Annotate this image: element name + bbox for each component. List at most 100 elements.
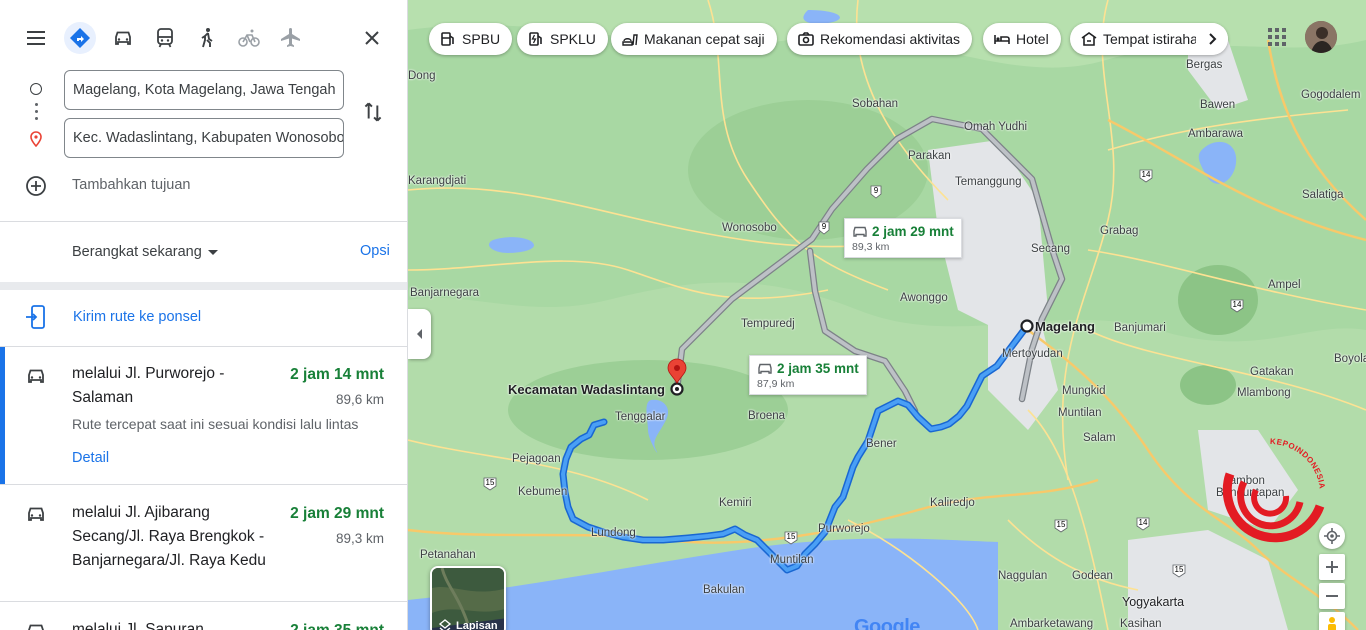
apps-grid-icon[interactable] — [1266, 26, 1288, 48]
collapse-panel-button[interactable] — [408, 309, 431, 359]
camera-icon — [798, 32, 814, 46]
place-label: Broena — [748, 410, 786, 422]
depart-time-select[interactable]: Berangkat sekarang — [72, 244, 202, 260]
layers-button[interactable]: Lapisan — [430, 566, 506, 630]
route-details-link[interactable]: Detail — [72, 450, 109, 466]
place-label: Godean — [1072, 570, 1113, 582]
my-location-button[interactable] — [1319, 523, 1345, 549]
route-time: 2 jam 14 mnt — [290, 366, 384, 383]
chip-hotel[interactable]: Hotel — [983, 23, 1061, 55]
place-label: Bawen — [1200, 99, 1236, 111]
flight-icon[interactable] — [275, 22, 307, 54]
destination-label[interactable]: Kecamatan Wadaslintang — [508, 382, 665, 397]
place-label: Ampel — [1268, 279, 1301, 291]
gas-station-icon — [441, 32, 454, 46]
route-option[interactable]: melalui Jl. Sapuran 2 jam 35 mnt — [0, 602, 407, 630]
svg-text:15: 15 — [1057, 520, 1066, 529]
route-distance: 89,3 km — [335, 531, 384, 546]
place-label: Bakulan — [703, 584, 745, 596]
svg-text:KEPOINDONESIA: KEPOINDONESIA — [1270, 437, 1327, 490]
section-separator — [0, 282, 407, 290]
place-label: Parakan — [908, 150, 951, 162]
swap-icon[interactable] — [360, 99, 386, 125]
origin-field[interactable]: Magelang, Kota Magelang, Jawa Tengah — [64, 70, 344, 110]
directions-icon[interactable] — [64, 22, 96, 54]
route-note: Rute tercepat saat ini sesuai kondisi la… — [72, 416, 359, 432]
svg-text:14: 14 — [1142, 170, 1151, 179]
zoom-in-button[interactable] — [1319, 554, 1345, 580]
car-icon[interactable] — [107, 22, 139, 54]
caret-down-icon[interactable] — [208, 250, 218, 255]
car-icon — [28, 369, 44, 383]
place-label: Mertoyudan — [1002, 348, 1063, 360]
menu-icon[interactable] — [20, 22, 52, 54]
place-label: Boyolali — [1334, 353, 1366, 365]
svg-text:14: 14 — [1139, 518, 1148, 527]
rest-area-icon — [1081, 32, 1097, 46]
route-dot-icon — [35, 103, 38, 106]
place-label: Tempuredj — [741, 318, 795, 330]
route-callout[interactable]: 2 jam 35 mnt 87,9 km — [749, 355, 867, 395]
svg-text:9: 9 — [822, 222, 827, 231]
place-label: Omah Yudhi — [964, 121, 1028, 133]
travel-mode-bar — [0, 0, 407, 76]
add-destination-icon[interactable] — [24, 174, 48, 198]
place-label: Purworejo — [818, 523, 870, 535]
route-name: melalui Jl. Sapuran — [72, 621, 204, 630]
chevron-right-icon[interactable] — [1196, 23, 1228, 55]
destination-field[interactable]: Kec. Wadaslintang, Kabupaten Wonosobo — [64, 118, 344, 158]
callout-time: 2 jam 35 mnt — [777, 361, 859, 376]
map-canvas[interactable]: 9 9 14 14 14 15 15 15 15 Dong Bergas Gog… — [408, 0, 1366, 630]
origin-marker[interactable] — [1020, 319, 1034, 333]
place-label: Banjarnegara — [410, 287, 480, 299]
options-link[interactable]: Opsi — [360, 243, 390, 259]
place-label: Bener — [866, 438, 897, 450]
place-label: Lundong — [591, 527, 636, 539]
place-label: Awonggo — [900, 292, 948, 304]
close-icon[interactable] — [356, 22, 388, 54]
route-time: 2 jam 35 mnt — [290, 622, 384, 630]
place-label: Temanggung — [955, 176, 1022, 188]
place-label: Karangdjati — [408, 175, 467, 187]
add-destination-label[interactable]: Tambahkan tujuan — [72, 177, 191, 193]
origin-label[interactable]: Magelang — [1035, 319, 1095, 334]
place-label: Banjumari — [1114, 322, 1166, 334]
send-to-phone-icon[interactable] — [24, 304, 48, 330]
place-label: Kemiri — [719, 497, 752, 509]
chip-activities[interactable]: Rekomendasi aktivitas — [787, 23, 973, 55]
svg-text:9: 9 — [874, 186, 879, 195]
place-label: Salatiga — [1302, 189, 1344, 201]
route-option-selected[interactable]: melalui Jl. Purworejo - Salaman 2 jam 14… — [0, 347, 407, 484]
route-option[interactable]: melalui Jl. Ajibarang Secang/Jl. Raya Br… — [0, 485, 407, 601]
place-label: Muntilan — [1058, 407, 1102, 419]
route-callout[interactable]: 2 jam 29 mnt 89,3 km — [844, 218, 962, 258]
route-time: 2 jam 29 mnt — [290, 505, 384, 522]
place-label: Mungkid — [1062, 385, 1106, 397]
google-logo: Google — [854, 616, 920, 630]
route-dot-icon — [35, 110, 38, 113]
pegman-button[interactable] — [1319, 612, 1345, 630]
svg-text:15: 15 — [486, 478, 495, 487]
route-dot-icon — [35, 117, 38, 120]
place-label: Wonosobo — [722, 222, 777, 234]
avatar[interactable] — [1305, 21, 1337, 53]
place-label: Kasihan — [1120, 618, 1162, 630]
callout-distance: 89,3 km — [852, 241, 890, 253]
zoom-out-button[interactable] — [1319, 583, 1345, 609]
bed-icon — [994, 35, 1010, 44]
chip-ev-charger[interactable]: SPKLU — [517, 23, 608, 55]
chip-fast-food[interactable]: Makanan cepat saji — [611, 23, 777, 55]
directions-panel: Magelang, Kota Magelang, Jawa Tengah Kec… — [0, 0, 408, 630]
chip-gas-station[interactable]: SPBU — [429, 23, 513, 55]
place-label: Ambarawa — [1188, 128, 1243, 140]
place-label: Ambarketawang — [1010, 618, 1094, 630]
route-name: melalui Jl. Ajibarang Secang/Jl. Raya Br… — [72, 504, 266, 569]
walk-icon[interactable] — [191, 22, 223, 54]
callout-distance: 87,9 km — [757, 378, 795, 390]
send-to-phone-link[interactable]: Kirim rute ke ponsel — [73, 309, 201, 325]
bike-icon[interactable] — [233, 22, 265, 54]
transit-icon[interactable] — [149, 22, 181, 54]
place-label: Dong — [408, 70, 436, 82]
place-label: Petanahan — [420, 549, 476, 561]
callout-time: 2 jam 29 mnt — [872, 224, 954, 239]
